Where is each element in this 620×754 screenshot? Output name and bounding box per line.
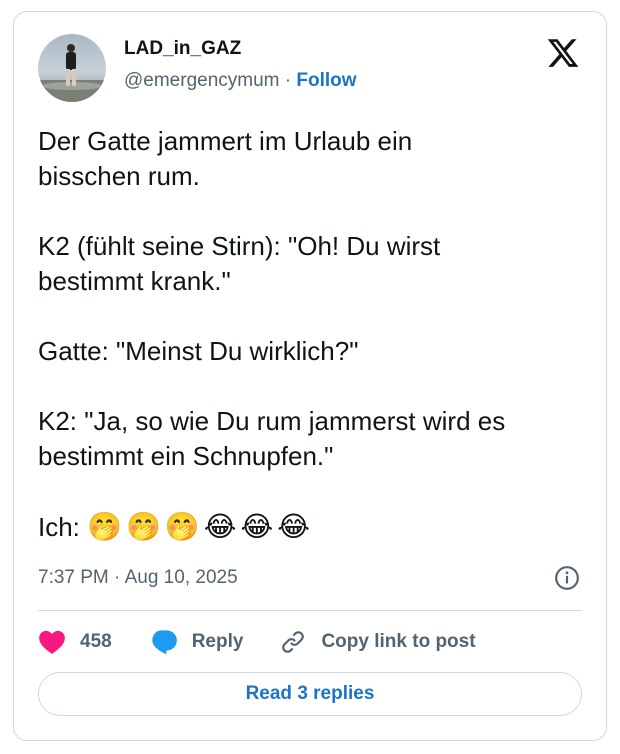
author-handle[interactable]: @emergencymum xyxy=(124,70,280,91)
copy-link-label: Copy link to post xyxy=(321,631,476,652)
link-icon xyxy=(282,631,305,653)
read-replies-label: Read 3 replies xyxy=(245,683,375,704)
hand-over-mouth-emoji: 🤭 xyxy=(164,510,200,543)
follow-button[interactable]: Follow xyxy=(296,70,356,91)
avatar-photo xyxy=(38,44,106,102)
post-paragraph-emoji-line: Ich: 🤭 🤭 🤭 😂 😂 😂 xyxy=(38,509,588,545)
speech-bubble-icon xyxy=(152,630,177,655)
post-paragraph: K2: "Ja, so wie Du rum jammerst wird es … xyxy=(38,406,506,471)
x-logo-icon[interactable] xyxy=(546,36,580,70)
heart-icon xyxy=(39,630,65,654)
read-replies-button[interactable]: Read 3 replies xyxy=(38,672,582,716)
handle-separator: · xyxy=(284,70,292,91)
like-count: 458 xyxy=(80,631,112,652)
post-paragraph: K2 (fühlt seine Stirn): "Oh! Du wirst be… xyxy=(38,231,441,296)
tears-of-joy-emoji: 😂 xyxy=(277,510,310,543)
tears-of-joy-emoji: 😂 xyxy=(240,510,274,543)
embedded-post-card: LAD_in_GAZ @emergencymum · Follow Der Ga… xyxy=(13,11,607,741)
author-handle-row: @emergencymum · Follow xyxy=(124,70,357,92)
post-paragraph: Gatte: "Meinst Du wirklich?" xyxy=(38,336,359,366)
reply-label: Reply xyxy=(191,631,244,652)
tears-of-joy-emoji: 😂 xyxy=(203,510,237,543)
copy-link-button[interactable]: Copy link to post xyxy=(279,629,476,655)
avatar[interactable] xyxy=(38,34,106,102)
hand-over-mouth-emoji: 🤭 xyxy=(87,510,123,543)
hand-over-mouth-emoji: 🤭 xyxy=(126,510,161,543)
post-timestamp[interactable]: 7:37 PM · Aug 10, 2025 xyxy=(38,567,238,589)
info-icon[interactable] xyxy=(554,565,580,591)
post-paragraph: Der Gatte jammert im Urlaub ein bisschen… xyxy=(38,126,413,191)
divider xyxy=(38,610,582,611)
action-bar: 458 Reply Copy link to post xyxy=(38,626,476,658)
reply-button[interactable]: Reply xyxy=(150,629,244,655)
post-text: Der Gatte jammert im Urlaub ein bisschen… xyxy=(38,124,588,545)
like-button[interactable]: 458 xyxy=(38,629,112,655)
author-name[interactable]: LAD_in_GAZ xyxy=(124,38,241,60)
emoji-line-prefix: Ich: xyxy=(38,512,88,542)
